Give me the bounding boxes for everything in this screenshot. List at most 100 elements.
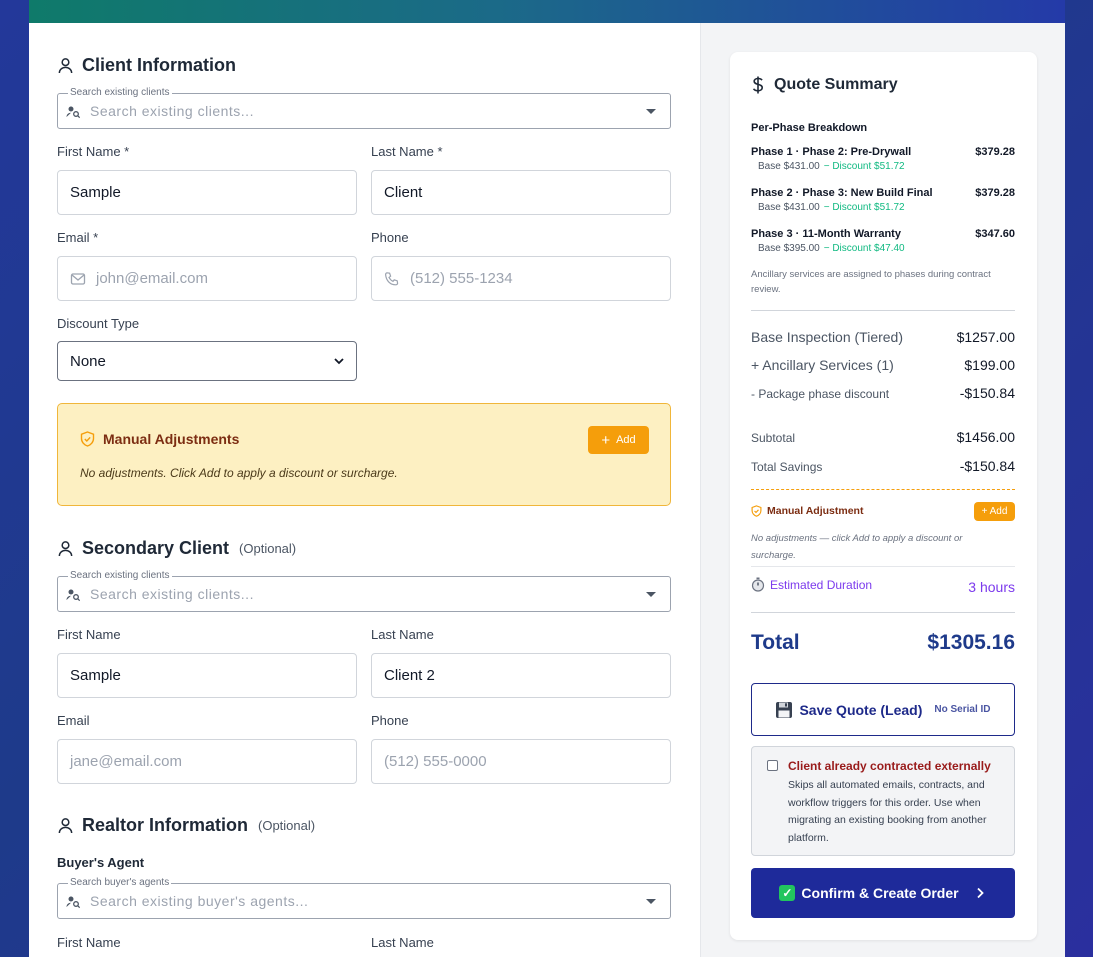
ancillary-row: + Ancillary Services (1) $199.00	[751, 357, 1015, 373]
manual-adjustments-label: Manual Adjustments	[103, 431, 240, 447]
phone-input[interactable]: (512) 555-1234	[371, 256, 671, 301]
secondary-search-combobox[interactable]: Search existing clients Search existing …	[57, 570, 671, 612]
discount-type-value: None	[70, 352, 106, 370]
buyers-agent-search-combobox[interactable]: Search buyer's agents Search existing bu…	[57, 877, 671, 919]
phase-discount: − Discount $47.40	[823, 243, 905, 254]
phase-row: Phase 2 · Phase 3: New Build Final $379.…	[751, 187, 1015, 213]
check-icon: ✓	[779, 885, 796, 901]
client-search-combobox[interactable]: Search existing clients Search existing …	[57, 87, 671, 129]
last-name-label: Last Name *	[371, 144, 443, 159]
manual-adjustment-label: Manual Adjustment	[767, 505, 864, 517]
shield-icon	[751, 505, 762, 517]
package-discount-row: - Package phase discount -$150.84	[751, 385, 1015, 401]
phase-price: $379.28	[975, 187, 1015, 199]
save-quote-sub: No Serial ID	[934, 704, 991, 715]
client-search-legend: Search existing clients	[68, 87, 172, 99]
secondary-email-placeholder: jane@email.com	[70, 753, 182, 770]
secondary-email-input[interactable]: jane@email.com	[57, 739, 357, 784]
confirm-create-order-label: Confirm & Create Order	[801, 885, 959, 901]
add-adjustment-button[interactable]: + Add	[588, 426, 649, 454]
secondary-last-name-input[interactable]: Client 2	[371, 653, 671, 698]
phase-detail: Base $431.00− Discount $51.72	[751, 161, 1015, 172]
external-contract-title[interactable]: Client already contracted externally	[788, 759, 991, 773]
stopwatch-icon	[751, 577, 765, 592]
secondary-first-name-value: Sample	[70, 667, 121, 684]
dashed-divider	[751, 489, 1015, 490]
client-search-placeholder: Search existing clients...	[90, 103, 254, 119]
realtor-title: Realtor Information	[82, 815, 249, 835]
total-value: $1305.16	[927, 631, 1015, 654]
base-inspection-value: $1257.00	[956, 329, 1015, 345]
confirm-create-order-button[interactable]: ✓ Confirm & Create Order	[751, 868, 1015, 918]
chevron-down-icon[interactable]	[646, 109, 656, 114]
subtotal-label: Subtotal	[751, 431, 796, 445]
shield-icon	[80, 431, 95, 447]
buyers-agent-label: Buyer's Agent	[57, 855, 145, 870]
secondary-title: Secondary Client	[82, 538, 230, 558]
chevron-down-icon[interactable]	[646, 899, 656, 904]
first-name-label: First Name *	[57, 144, 130, 159]
last-name-input[interactable]: Client	[371, 170, 671, 215]
manual-adjustment-add-button[interactable]: + Add	[974, 502, 1015, 521]
secondary-last-name-label: Last Name	[371, 627, 434, 642]
add-adjustment-label: Add	[616, 434, 636, 446]
manual-adjustments-description: No adjustments. Click Add to apply a dis…	[80, 466, 398, 480]
secondary-phone-placeholder: (512) 555-0000	[384, 753, 487, 770]
buyers-agent-search-placeholder: Search existing buyer's agents...	[90, 893, 309, 909]
save-quote-button[interactable]: Save Quote (Lead) No Serial ID	[751, 683, 1015, 736]
ancillary-value: $199.00	[964, 357, 1015, 373]
secondary-phone-label: Phone	[371, 713, 409, 728]
estimated-duration-label: Estimated Duration	[770, 577, 873, 592]
first-name-input[interactable]: Sample	[57, 170, 357, 215]
last-name-value: Client	[384, 184, 423, 201]
base-inspection-label: Base Inspection (Tiered)	[751, 329, 903, 345]
secondary-first-name-input[interactable]: Sample	[57, 653, 357, 698]
total-label: Total	[751, 631, 800, 654]
secondary-search-placeholder: Search existing clients...	[90, 586, 254, 602]
plus-icon: +	[601, 431, 611, 449]
order-form-panel: Client Information Search existing clien…	[29, 23, 700, 957]
subtotal-row: Subtotal $1456.00	[751, 429, 1015, 445]
secondary-phone-input[interactable]: (512) 555-0000	[371, 739, 671, 784]
client-section-title: Client Information	[57, 55, 236, 76]
phase-base: Base $431.00	[758, 202, 820, 213]
estimated-duration-row: Estimated Duration 3 hours	[751, 577, 1015, 595]
email-input[interactable]: john@email.com	[57, 256, 357, 301]
package-discount-value: -$150.84	[959, 385, 1015, 401]
phase-detail: Base $431.00− Discount $51.72	[751, 202, 1015, 213]
divider	[751, 310, 1015, 311]
ancillary-note: Ancillary services are assigned to phase…	[751, 269, 991, 295]
phase-price: $347.60	[975, 228, 1015, 240]
first-name-value: Sample	[70, 184, 121, 201]
email-label: Email *	[57, 230, 99, 245]
phase-detail: Base $395.00− Discount $47.40	[751, 243, 1015, 254]
discount-type-label: Discount Type	[57, 316, 140, 331]
secondary-last-name-value: Client 2	[384, 667, 435, 684]
chevron-down-icon[interactable]	[646, 592, 656, 597]
realtor-first-name-label: First Name	[57, 935, 121, 950]
per-phase-header: Per-Phase Breakdown	[751, 122, 868, 134]
search-person-icon	[66, 896, 80, 909]
divider	[751, 566, 1015, 567]
package-discount-label: - Package phase discount	[751, 387, 890, 401]
person-icon	[58, 818, 73, 834]
quote-summary-card: Quote Summary Per-Phase Breakdown Phase …	[730, 52, 1037, 940]
discount-type-select[interactable]: None	[57, 341, 357, 381]
mail-icon	[70, 272, 86, 285]
manual-adjustments-box: Manual Adjustments + Add No adjustments.…	[57, 403, 671, 506]
phase-discount: − Discount $51.72	[823, 202, 905, 213]
phase-base: Base $431.00	[758, 161, 820, 172]
phase-price: $379.28	[975, 146, 1015, 158]
divider	[751, 612, 1015, 613]
email-placeholder: john@email.com	[96, 270, 208, 287]
buyers-agent-search-legend: Search buyer's agents	[68, 877, 172, 889]
external-contract-checkbox[interactable]	[767, 760, 778, 771]
person-icon	[58, 58, 73, 74]
realtor-last-name-label: Last Name	[371, 935, 434, 950]
external-contract-box: Client already contracted externally Ski…	[751, 746, 1015, 856]
phase-row: Phase 1 · Phase 2: Pre-Drywall $379.28 B…	[751, 146, 1015, 172]
manual-adjustment-add-label: + Add	[981, 506, 1008, 517]
savings-value: -$150.84	[959, 458, 1015, 474]
client-title: Client Information	[82, 55, 236, 75]
realtor-optional: (Optional)	[258, 818, 316, 833]
